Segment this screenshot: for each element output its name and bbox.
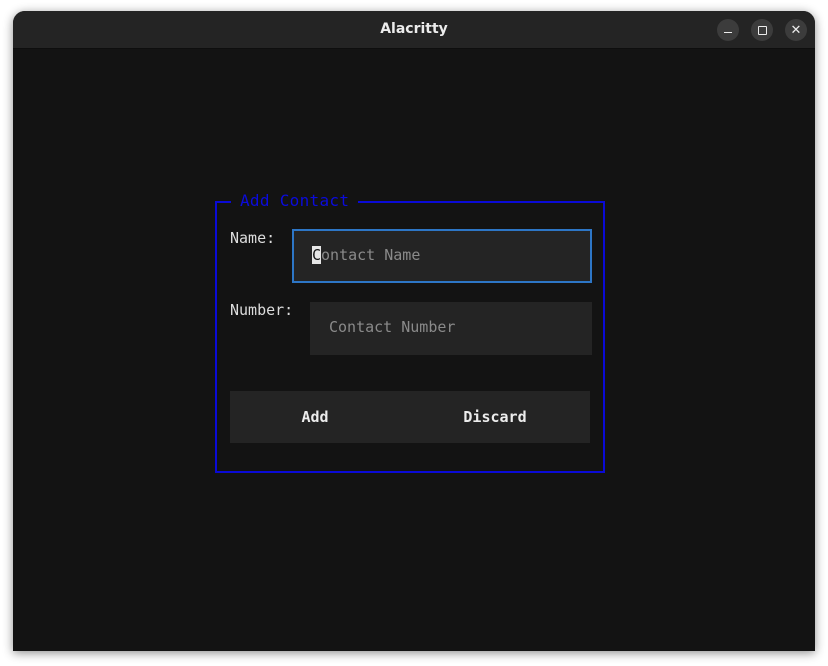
number-placeholder: Contact Number	[329, 318, 456, 336]
add-contact-dialog: Add Contact Name: Contact Name Number: C…	[215, 192, 605, 473]
discard-button[interactable]: Discard	[410, 391, 580, 443]
name-input[interactable]: Contact Name	[292, 229, 592, 283]
window-title: Alacritty	[380, 21, 448, 37]
number-input[interactable]: Contact Number	[310, 302, 592, 355]
dialog-button-row: Add Discard	[230, 391, 590, 443]
number-label: Number:	[230, 301, 294, 319]
maximize-button[interactable]	[751, 19, 773, 41]
name-label: Name:	[230, 229, 276, 247]
minimize-button[interactable]	[717, 19, 739, 41]
minimize-icon	[724, 31, 732, 34]
text-cursor: C	[312, 246, 322, 264]
close-button[interactable]: ✕	[785, 19, 807, 41]
close-icon: ✕	[790, 22, 802, 38]
title-bar[interactable]: Alacritty ✕	[13, 11, 815, 49]
maximize-icon	[757, 25, 767, 35]
terminal-window: Alacritty ✕ Add Contact Name: Contact Na…	[13, 11, 815, 651]
add-button[interactable]: Add	[230, 391, 400, 443]
name-placeholder: Contact Name	[312, 246, 420, 264]
terminal-content: Add Contact Name: Contact Name Number: C…	[13, 49, 815, 651]
name-placeholder-text: ontact Name	[321, 246, 421, 264]
dialog-title: Add Contact	[231, 192, 359, 210]
